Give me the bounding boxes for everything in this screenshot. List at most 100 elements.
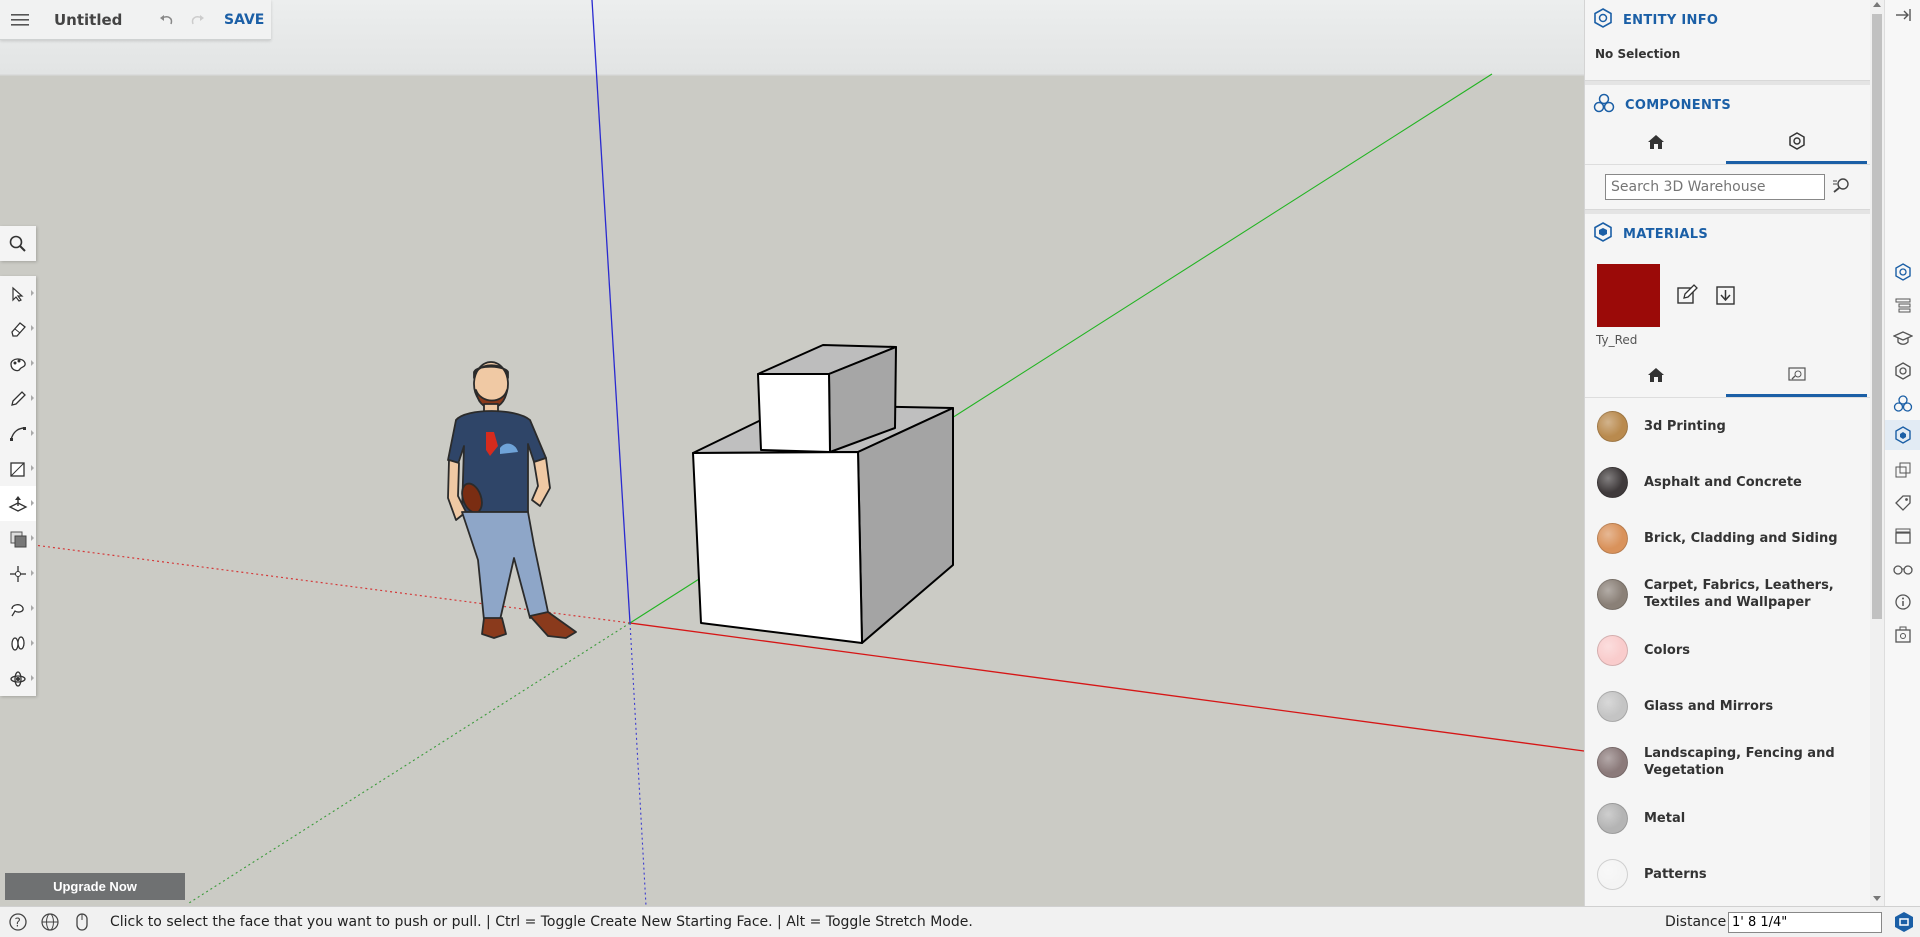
import-material-icon[interactable] [1715, 284, 1737, 311]
right-icon-strip [1884, 0, 1920, 906]
info-icon[interactable] [1885, 587, 1920, 617]
panel-scrollbar[interactable] [1870, 0, 1884, 906]
paint-icon[interactable] [0, 346, 36, 381]
red-axis [629, 622, 1584, 752]
pencil-icon[interactable] [0, 381, 36, 416]
globe-icon[interactable] [36, 907, 64, 937]
mouse-icon[interactable] [68, 907, 96, 937]
redo-icon[interactable] [182, 0, 214, 40]
instructor-icon[interactable] [1885, 323, 1920, 353]
title-bar: Untitled SAVE [0, 0, 271, 40]
search-icon[interactable] [1831, 177, 1851, 198]
materials-browse-tab[interactable] [1726, 358, 1867, 397]
status-message: Click to select the face that you want t… [110, 914, 973, 930]
components-home-tab[interactable] [1585, 125, 1726, 164]
display-icon[interactable] [1885, 554, 1920, 584]
extensions-icon[interactable] [1885, 620, 1920, 650]
distance-label: Distance [1665, 914, 1727, 930]
material-preview: Ty_Red [1585, 254, 1870, 358]
rectangle-icon[interactable] [0, 451, 36, 486]
move-icon[interactable] [0, 556, 36, 591]
edit-material-icon[interactable] [1676, 284, 1698, 311]
materials-icon [1593, 221, 1613, 247]
blue-axis-dotted [629, 622, 647, 906]
svg-text:?: ? [15, 916, 21, 930]
material-category-item[interactable]: Glass and Mirrors [1585, 678, 1870, 734]
entity-info-title: ENTITY INFO [1623, 12, 1719, 28]
scroll-down-icon[interactable] [1873, 896, 1881, 901]
styles-icon[interactable] [1885, 455, 1920, 485]
material-category-item[interactable]: Carpet, Fabrics, Leathers, Textiles and … [1585, 566, 1870, 622]
entity-info-icon [1593, 7, 1613, 33]
scenes-icon[interactable] [1885, 521, 1920, 551]
material-category-label: Colors [1644, 642, 1691, 658]
components-header[interactable]: COMPONENTS [1585, 85, 1870, 125]
document-title[interactable]: Untitled [54, 11, 150, 29]
undo-icon[interactable] [150, 0, 182, 40]
tape-measure-icon[interactable] [0, 591, 36, 626]
model-viewport[interactable] [0, 0, 1584, 906]
components-warehouse-tab[interactable] [1726, 125, 1867, 164]
save-button[interactable]: SAVE [224, 12, 264, 28]
search-toolgroup [0, 226, 36, 261]
components-icon [1593, 93, 1615, 118]
tags-icon[interactable] [1885, 488, 1920, 518]
entity-info-strip-icon[interactable] [1885, 257, 1920, 287]
components-strip-icon[interactable] [1885, 389, 1920, 419]
scroll-up-icon[interactable] [1873, 2, 1881, 7]
select-icon[interactable] [0, 276, 36, 311]
material-category-item[interactable]: Colors [1585, 622, 1870, 678]
material-category-label: Patterns [1644, 866, 1707, 882]
material-category-label: Brick, Cladding and Siding [1644, 530, 1838, 546]
material-category-item[interactable]: Metal [1585, 790, 1870, 846]
arc-icon[interactable] [0, 416, 36, 451]
collapse-panel-icon[interactable] [1885, 0, 1920, 30]
material-category-label: 3d Printing [1644, 418, 1726, 434]
material-category-item[interactable]: Asphalt and Concrete [1585, 454, 1870, 510]
components-title: COMPONENTS [1625, 97, 1731, 113]
materials-strip-icon[interactable] [1885, 420, 1920, 450]
material-category-item[interactable]: Brick, Cladding and Siding [1585, 510, 1870, 566]
distance-input[interactable] [1728, 912, 1882, 933]
materials-header[interactable]: MATERIALS [1585, 214, 1870, 254]
outliner-icon[interactable] [1885, 290, 1920, 320]
materials-home-tab[interactable] [1585, 358, 1726, 397]
help-icon[interactable]: ? [4, 907, 32, 937]
walk-icon[interactable] [0, 626, 36, 661]
blue-axis [591, 0, 631, 624]
push-pull-icon[interactable] [0, 486, 36, 521]
warehouse-icon [1788, 131, 1806, 155]
material-category-item[interactable]: 3d Printing [1585, 398, 1870, 454]
warehouse-search-row [1585, 165, 1870, 209]
upgrade-button[interactable]: Upgrade Now [5, 873, 185, 900]
material-category-label: Landscaping, Fencing and Vegetation [1644, 746, 1835, 778]
warehouse-strip-icon[interactable] [1885, 356, 1920, 386]
tools-toolbar [0, 276, 36, 696]
material-category-item[interactable]: Landscaping, Fencing and Vegetation [1585, 734, 1870, 790]
material-thumbnail [1597, 858, 1628, 890]
material-category-item[interactable]: Patterns [1585, 846, 1870, 902]
material-thumbnail [1597, 522, 1628, 554]
search-icon[interactable] [0, 226, 36, 261]
materials-tabs [1585, 358, 1870, 398]
offset-icon[interactable] [0, 521, 36, 556]
entity-info-header[interactable]: ENTITY INFO [1585, 0, 1870, 40]
scene-canvas[interactable] [0, 0, 1584, 906]
orbit-icon[interactable] [0, 661, 36, 696]
home-icon [1647, 367, 1665, 388]
menu-icon[interactable] [0, 0, 40, 40]
search-3d-warehouse-input[interactable] [1605, 174, 1825, 200]
components-tabs [1585, 125, 1870, 165]
current-material-swatch[interactable] [1597, 264, 1660, 327]
sketchup-logo-icon[interactable] [1893, 911, 1915, 936]
scrollbar-thumb[interactable] [1872, 14, 1882, 619]
material-thumbnail [1597, 690, 1628, 722]
selection-status: No Selection [1595, 47, 1681, 61]
current-material-name: Ty_Red [1596, 333, 1638, 347]
material-category-label: Metal [1644, 810, 1686, 826]
materials-list: 3d Printing Asphalt and Concrete Brick, Cl… [1585, 398, 1870, 902]
material-category-label: Glass and Mirrors [1644, 698, 1774, 714]
material-category-label: Carpet, Fabrics, Leathers, Textiles and … [1644, 578, 1834, 610]
status-bar: ? Click to select the face that you want… [0, 906, 1920, 937]
eraser-icon[interactable] [0, 311, 36, 346]
